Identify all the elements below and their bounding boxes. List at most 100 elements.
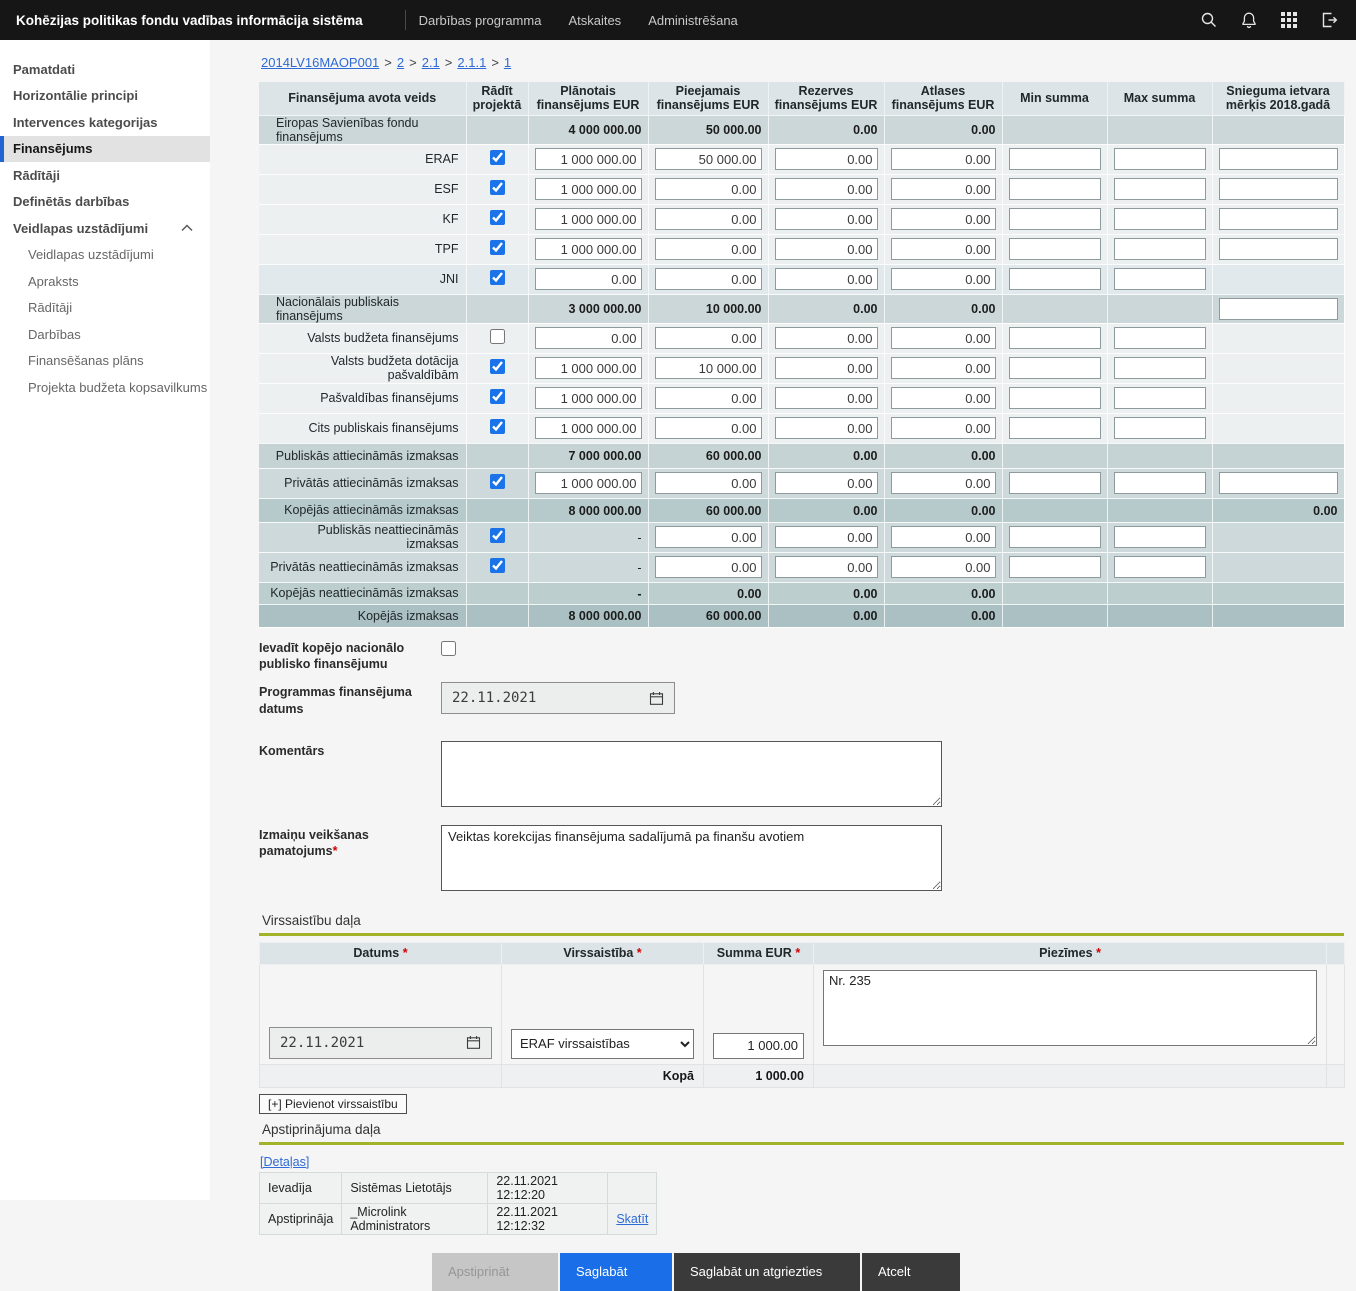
selection-input[interactable] bbox=[891, 556, 996, 578]
selection-input[interactable] bbox=[891, 327, 996, 349]
planned-input[interactable] bbox=[535, 327, 642, 349]
notifications-icon[interactable] bbox=[1240, 11, 1258, 29]
planned-input[interactable] bbox=[535, 268, 642, 290]
selection-input[interactable] bbox=[891, 268, 996, 290]
available-input[interactable] bbox=[655, 526, 762, 548]
planned-input[interactable] bbox=[535, 238, 642, 260]
reserve-input[interactable] bbox=[775, 268, 878, 290]
sidebar-item-darbības[interactable]: Darbības bbox=[0, 321, 210, 348]
show-in-project-checkbox[interactable] bbox=[490, 270, 505, 285]
breadcrumb-link[interactable]: 2.1 bbox=[422, 55, 440, 70]
max-sum-input[interactable] bbox=[1114, 417, 1206, 439]
available-input[interactable] bbox=[655, 417, 762, 439]
performance-input[interactable] bbox=[1219, 148, 1338, 170]
min-sum-input[interactable] bbox=[1009, 472, 1101, 494]
max-sum-input[interactable] bbox=[1114, 268, 1206, 290]
min-sum-input[interactable] bbox=[1009, 178, 1101, 200]
min-sum-input[interactable] bbox=[1009, 238, 1101, 260]
show-in-project-checkbox[interactable] bbox=[490, 210, 505, 225]
show-in-project-checkbox[interactable] bbox=[490, 528, 505, 543]
selection-input[interactable] bbox=[891, 178, 996, 200]
reserve-input[interactable] bbox=[775, 327, 878, 349]
cancel-button[interactable]: Atcelt bbox=[862, 1253, 960, 1291]
reserve-input[interactable] bbox=[775, 357, 878, 379]
comment-textarea[interactable] bbox=[441, 741, 942, 807]
overcommitment-notes-textarea[interactable]: Nr. 235 bbox=[823, 970, 1317, 1046]
planned-input[interactable] bbox=[535, 148, 642, 170]
planned-input[interactable] bbox=[535, 208, 642, 230]
reserve-input[interactable] bbox=[775, 238, 878, 260]
max-sum-input[interactable] bbox=[1114, 526, 1206, 548]
logout-icon[interactable] bbox=[1320, 11, 1338, 29]
breadcrumb-link[interactable]: 1 bbox=[504, 55, 511, 70]
breadcrumb-link[interactable]: 2 bbox=[397, 55, 404, 70]
planned-input[interactable] bbox=[535, 178, 642, 200]
available-input[interactable] bbox=[655, 148, 762, 170]
max-sum-input[interactable] bbox=[1114, 238, 1206, 260]
chevron-up-icon[interactable] bbox=[181, 224, 193, 232]
selection-input[interactable] bbox=[891, 472, 996, 494]
programme-date-input[interactable]: 22.11.2021 bbox=[441, 682, 675, 714]
sidebar-item-finansējums[interactable]: Finansējums bbox=[0, 136, 210, 163]
breadcrumb-link[interactable]: 2014LV16MAOP001 bbox=[261, 55, 379, 70]
sidebar-item-pamatdati[interactable]: Pamatdati bbox=[0, 56, 210, 83]
selection-input[interactable] bbox=[891, 526, 996, 548]
change-reason-textarea[interactable]: Veiktas korekcijas finansējuma sadalījum… bbox=[441, 825, 942, 891]
app-switcher-icon[interactable] bbox=[1280, 11, 1298, 29]
search-icon[interactable] bbox=[1200, 11, 1218, 29]
min-sum-input[interactable] bbox=[1009, 268, 1101, 290]
available-input[interactable] bbox=[655, 178, 762, 200]
view-link[interactable]: Skatīt bbox=[616, 1212, 648, 1226]
max-sum-input[interactable] bbox=[1114, 148, 1206, 170]
performance-input[interactable] bbox=[1219, 208, 1338, 230]
top-nav-item[interactable]: Administrēšana bbox=[648, 13, 738, 28]
sidebar-item-definētās-darbības[interactable]: Definētās darbības bbox=[0, 189, 210, 216]
available-input[interactable] bbox=[655, 357, 762, 379]
selection-input[interactable] bbox=[891, 387, 996, 409]
selection-input[interactable] bbox=[891, 238, 996, 260]
reserve-input[interactable] bbox=[775, 387, 878, 409]
top-nav-item[interactable]: Atskaites bbox=[568, 13, 621, 28]
min-sum-input[interactable] bbox=[1009, 387, 1101, 409]
reserve-input[interactable] bbox=[775, 526, 878, 548]
available-input[interactable] bbox=[655, 472, 762, 494]
show-in-project-checkbox[interactable] bbox=[490, 240, 505, 255]
min-sum-input[interactable] bbox=[1009, 148, 1101, 170]
performance-input[interactable] bbox=[1219, 178, 1338, 200]
reserve-input[interactable] bbox=[775, 556, 878, 578]
show-in-project-checkbox[interactable] bbox=[490, 180, 505, 195]
min-sum-input[interactable] bbox=[1009, 526, 1101, 548]
sidebar-item-horizontālie-principi[interactable]: Horizontālie principi bbox=[0, 83, 210, 110]
add-overcommitment-button[interactable]: [+] Pievienot virssaistību bbox=[259, 1094, 407, 1114]
sidebar-item-veidlapas-uzstādījumi[interactable]: Veidlapas uzstādījumi bbox=[0, 215, 210, 242]
overcommitment-type-select[interactable]: ERAF virssaistības bbox=[511, 1029, 694, 1059]
available-input[interactable] bbox=[655, 556, 762, 578]
show-in-project-checkbox[interactable] bbox=[490, 558, 505, 573]
show-in-project-checkbox[interactable] bbox=[490, 419, 505, 434]
min-sum-input[interactable] bbox=[1009, 357, 1101, 379]
sidebar-item-intervences-kategorijas[interactable]: Intervences kategorijas bbox=[0, 109, 210, 136]
show-in-project-checkbox[interactable] bbox=[490, 389, 505, 404]
available-input[interactable] bbox=[655, 268, 762, 290]
planned-input[interactable] bbox=[535, 472, 642, 494]
max-sum-input[interactable] bbox=[1114, 357, 1206, 379]
national-total-checkbox[interactable] bbox=[441, 641, 456, 656]
max-sum-input[interactable] bbox=[1114, 178, 1206, 200]
available-input[interactable] bbox=[655, 387, 762, 409]
performance-input[interactable] bbox=[1219, 472, 1338, 494]
max-sum-input[interactable] bbox=[1114, 472, 1206, 494]
top-nav-item[interactable]: Darbības programma bbox=[419, 13, 542, 28]
sidebar-item-veidlapas-uzstādījumi[interactable]: Veidlapas uzstādījumi bbox=[0, 242, 210, 269]
max-sum-input[interactable] bbox=[1114, 327, 1206, 349]
save-button[interactable]: Saglabāt bbox=[560, 1253, 672, 1291]
reserve-input[interactable] bbox=[775, 417, 878, 439]
sidebar-item-rādītāji[interactable]: Rādītāji bbox=[0, 162, 210, 189]
overcommitment-date-input[interactable]: 22.11.2021 bbox=[269, 1027, 492, 1059]
selection-input[interactable] bbox=[891, 148, 996, 170]
show-in-project-checkbox[interactable] bbox=[490, 474, 505, 489]
reserve-input[interactable] bbox=[775, 148, 878, 170]
planned-input[interactable] bbox=[535, 417, 642, 439]
selection-input[interactable] bbox=[891, 417, 996, 439]
available-input[interactable] bbox=[655, 238, 762, 260]
max-sum-input[interactable] bbox=[1114, 556, 1206, 578]
